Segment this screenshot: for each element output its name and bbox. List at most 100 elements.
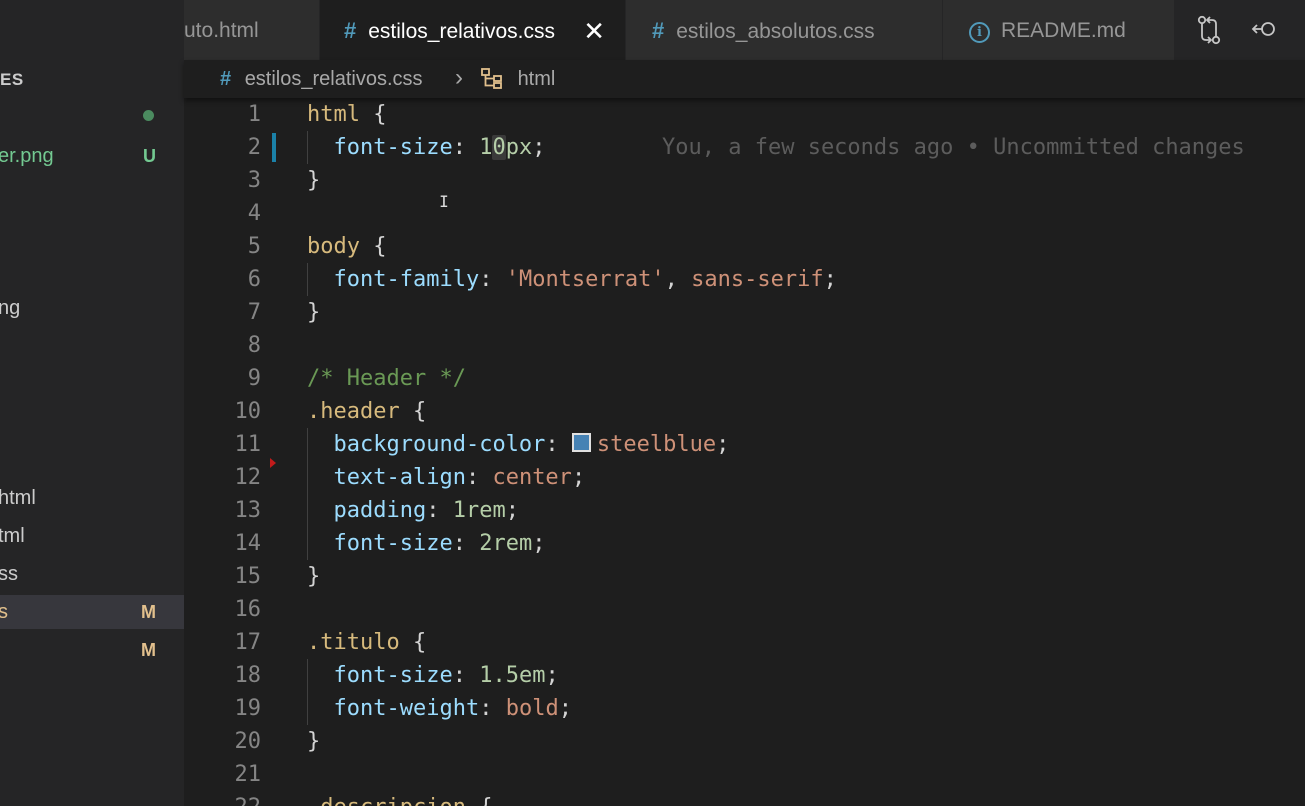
breadcrumb-symbol[interactable]: html [480,60,555,98]
line-number: 11 [234,432,262,457]
code-token: ; [571,465,586,490]
tab-estilos-absolutos[interactable]: # estilos_absolutos.css [626,0,943,60]
tree-item[interactable]: M [0,633,184,667]
tree-item[interactable]: sM [0,595,184,629]
code-token: .header [307,399,400,424]
code-token: .descripcion [307,795,466,806]
line-code: font-family: 'Montserrat', sans-serif; [307,263,837,296]
tree-item-label: tml [0,525,25,547]
code-token: px [505,135,533,160]
breadcrumb-symbol-label: html [517,68,556,90]
code-token: } [307,300,321,325]
tree-item[interactable]: ng [0,291,184,325]
code-line[interactable]: 19 font-weight: bold; [184,692,1305,725]
git-compare-icon[interactable] [1195,14,1225,46]
code-token: ; [823,267,837,292]
code-line[interactable]: 17 .titulo { [184,626,1305,659]
line-number: 21 [234,762,262,787]
code-token: : [452,135,480,160]
code-token: text-align [333,465,466,490]
code-token: : [452,531,480,556]
line-code: padding: 1rem; [307,494,519,527]
code-token: steelblue [596,432,717,457]
css-hash-icon: # [344,18,357,43]
line-number: 7 [247,300,261,325]
tree-item[interactable]: tml [0,519,184,553]
tree-item[interactable]: html [0,481,184,515]
info-icon: i [969,22,990,43]
breadcrumb: # estilos_relativos.css › html [184,60,1305,98]
code-token: ; [716,432,730,457]
code-line[interactable]: 14 font-size: 2rem; [184,527,1305,560]
line-code: } [307,164,320,197]
code-line[interactable]: 3} [184,164,1305,197]
tab-label: README.md [1001,19,1126,42]
code-editor[interactable]: 1 html {2 font-size: 10px; You, a few seco… [184,98,1305,806]
code-token: /* Header */ [307,366,466,391]
code-line[interactable]: 10 .header { [184,395,1305,428]
code-line[interactable]: 2 font-size: 10px; You, a few seconds ago… [184,131,1305,164]
code-token: { [399,399,427,424]
explorer-section-title[interactable]: ES [0,68,24,92]
code-token: 1rem [452,498,506,523]
code-token: { [359,102,387,127]
code-line[interactable]: 15} [184,560,1305,593]
code-line[interactable]: 5 body { [184,230,1305,263]
line-number: 16 [234,597,262,622]
line-number: 8 [247,333,261,358]
line-number: 3 [247,168,261,193]
code-token: ; [532,135,546,160]
line-code: body { [307,230,386,263]
code-line[interactable]: 20} [184,725,1305,758]
code-line[interactable]: 13 padding: 1rem; [184,494,1305,527]
css-hash-icon: # [652,18,665,43]
code-line[interactable]: 18 font-size: 1.5em; [184,659,1305,692]
line-code: font-size: 10px; [307,131,545,164]
code-line[interactable]: 1 html { [184,98,1305,131]
breadcrumb-separator: › [455,64,463,91]
code-line[interactable]: 6 font-family: 'Montserrat', sans-serif; [184,263,1305,296]
code-token: font-size [333,663,453,688]
code-token: : [545,432,572,457]
tree-item[interactable]: er.png U [0,139,184,173]
code-token: { [359,234,387,259]
tree-item[interactable]: ss [0,557,184,591]
tab-auto-html[interactable]: uto.html [184,0,320,60]
code-token: 'Montserrat' [505,267,665,292]
code-token: } [307,729,321,754]
line-number: 9 [247,366,261,391]
code-line[interactable]: 21 [184,758,1305,791]
git-status-dot-icon [143,110,154,121]
line-code: html { [307,98,386,131]
line-number: 15 [234,564,262,589]
line-number: 4 [247,201,261,226]
tab-estilos-relativos[interactable]: # estilos_relativos.css ✕ [320,0,626,60]
breadcrumb-file-label: estilos_relativos.css [244,68,423,90]
tab-readme[interactable]: i README.md [943,0,1175,60]
modified-line-gutter-indicator[interactable] [272,133,276,162]
code-token: { [466,795,492,806]
code-line[interactable]: 8 [184,329,1305,362]
code-line[interactable]: 16 [184,593,1305,626]
line-code: font-size: 2rem; [307,527,546,560]
tab-label: estilos_absolutos.css [676,20,875,43]
breadcrumb-file[interactable]: # estilos_relativos.css [220,60,423,98]
text-cursor-icon: I [439,192,449,211]
line-number: 22 [184,791,262,806]
color-swatch[interactable] [571,433,591,452]
git-status-badge: M [141,602,156,622]
code-line[interactable]: 4 [184,197,1305,230]
code-line[interactable]: 9 /* Header */ [184,362,1305,395]
code-token: font-family [333,267,480,292]
code-line[interactable]: 12 text-align: center; [184,461,1305,494]
code-token: .titulo [307,630,400,655]
tree-item[interactable] [0,99,184,133]
code-line[interactable]: 7} [184,296,1305,329]
git-blame-annotation: You, a few seconds ago • Uncommitted cha… [662,135,1245,160]
go-back-icon[interactable] [1250,14,1280,46]
code-token: : [465,465,493,490]
code-line[interactable]: 22 .descripcion { [184,791,1305,806]
code-line[interactable]: 11 background-color: steelblue; [184,428,1305,468]
git-status-badge: U [143,146,156,166]
close-tab-icon[interactable]: ✕ [583,0,605,60]
